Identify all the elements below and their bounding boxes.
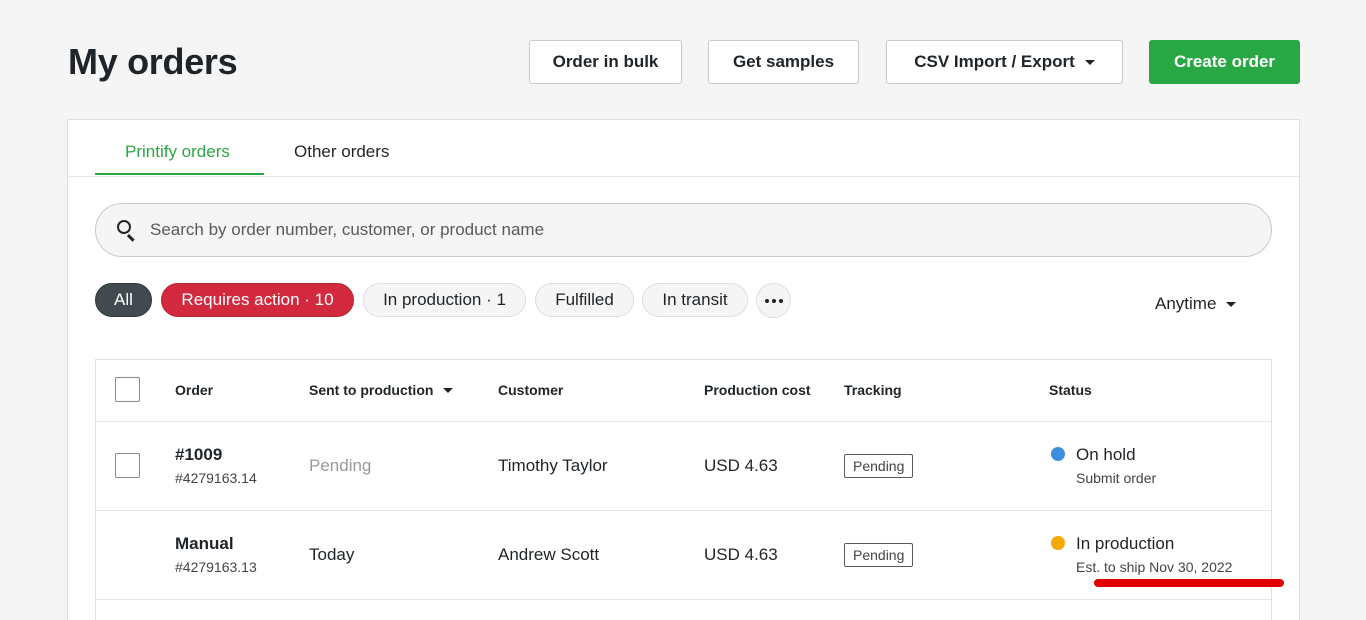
customer-name: Timothy Taylor (498, 456, 608, 475)
create-order-button[interactable]: Create order (1149, 40, 1300, 84)
more-filters-button[interactable] (756, 283, 791, 318)
highlight-underline (1094, 579, 1284, 587)
order-id: #4279163.13 (175, 559, 257, 575)
caret-down-icon (1226, 301, 1237, 307)
more-icon-dot (778, 298, 783, 303)
status-subtext[interactable]: Submit order (1076, 470, 1156, 486)
csv-import-export-label: CSV Import / Export (914, 52, 1075, 71)
sent-to-production: Today (309, 545, 355, 564)
tracking-badge: Pending (844, 543, 914, 567)
order-in-bulk-label: Order in bulk (552, 52, 659, 71)
more-icon-dot (771, 298, 776, 303)
tracking-badge: Pending (844, 454, 914, 478)
table-row[interactable]: Manual #4279163.13 Today Andrew Scott US… (96, 511, 1271, 600)
status-cell: In production Est. to ship Nov 30, 2022 (1076, 534, 1232, 575)
filter-fulfilled[interactable]: Fulfilled (535, 283, 634, 317)
header-production-cost: Production cost (704, 382, 811, 398)
table-row[interactable]: #1009 #4279163.14 Pending Timothy Taylor… (96, 422, 1271, 511)
order-cell: Manual #4279163.13 (175, 534, 257, 575)
caret-down-icon (1084, 59, 1095, 65)
filter-in-transit[interactable]: In transit (642, 283, 748, 317)
search-icon (116, 219, 138, 242)
get-samples-button[interactable]: Get samples (708, 40, 859, 84)
filter-all[interactable]: All (95, 283, 152, 317)
get-samples-label: Get samples (732, 52, 835, 71)
sent-to-production: Pending (309, 456, 372, 475)
status-dot-icon (1051, 536, 1065, 550)
create-order-label: Create order (1173, 52, 1276, 71)
active-tab-indicator (95, 173, 264, 175)
csv-import-export-button[interactable]: CSV Import / Export (886, 40, 1123, 84)
table-header-row: Order Sent to production Customer Produc… (96, 360, 1271, 422)
orders-table: Order Sent to production Customer Produc… (95, 359, 1284, 620)
search-input[interactable] (150, 204, 1271, 256)
status-cell: On hold Submit order (1076, 445, 1156, 486)
header-customer: Customer (498, 382, 564, 398)
page-title: My orders (68, 41, 238, 82)
filter-requires-action[interactable]: Requires action · 10 (161, 283, 354, 317)
header-status: Status (1049, 382, 1092, 398)
more-icon (764, 298, 769, 303)
time-filter-label: Anytime (1155, 294, 1217, 313)
order-in-bulk-button[interactable]: Order in bulk (529, 40, 682, 84)
status-subtext: Est. to ship Nov 30, 2022 (1076, 559, 1233, 575)
status-label: In production (1076, 534, 1175, 553)
status-dot-icon (1051, 447, 1065, 461)
production-cost: USD 4.63 (704, 545, 778, 564)
header-tracking: Tracking (844, 382, 902, 398)
order-cell: #1009 #4279163.14 (175, 445, 257, 486)
production-cost: USD 4.63 (704, 456, 778, 475)
tab-printify-orders[interactable]: Printify orders (125, 142, 230, 162)
sort-caret-icon (443, 387, 454, 393)
time-filter-dropdown[interactable]: Anytime (1155, 294, 1237, 314)
header-sent-to-production[interactable]: Sent to production (309, 382, 454, 398)
tab-other-orders[interactable]: Other orders (294, 142, 389, 162)
order-id: #4279163.14 (175, 470, 257, 486)
row-checkbox[interactable] (115, 453, 140, 478)
header-sent-label: Sent to production (309, 382, 434, 398)
select-all-checkbox[interactable] (115, 377, 140, 402)
search-bar[interactable] (95, 203, 1272, 257)
filter-in-production[interactable]: In production · 1 (363, 283, 526, 317)
status-label: On hold (1076, 445, 1136, 464)
customer-name: Andrew Scott (498, 545, 600, 564)
orders-card: Printify orders Other orders All Require… (67, 119, 1300, 620)
header-order: Order (175, 382, 214, 398)
order-number[interactable]: Manual (175, 534, 257, 554)
order-number[interactable]: #1009 (175, 445, 257, 465)
tab-bar: Printify orders Other orders (68, 120, 1299, 177)
